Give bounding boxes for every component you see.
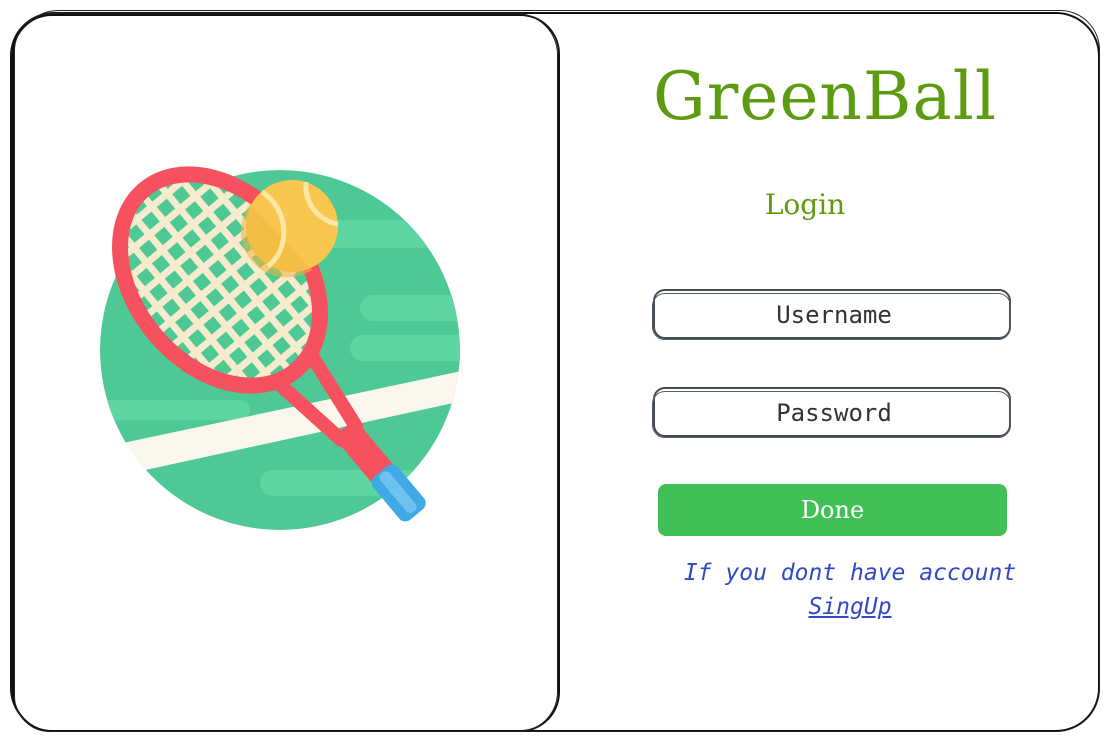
username-input[interactable] (655, 291, 1013, 339)
password-input[interactable] (655, 389, 1013, 437)
login-screen: GreenBall Login Done If you dont have ac… (0, 0, 1112, 743)
login-heading: Login (764, 188, 846, 221)
username-field[interactable] (652, 289, 1013, 340)
signup-hint: If you dont have account (683, 560, 1017, 586)
password-field[interactable] (652, 387, 1013, 438)
done-button[interactable]: Done (658, 484, 1007, 536)
tennis-racket-and-ball-icon (90, 160, 460, 530)
signup-link[interactable]: SingUp (770, 594, 930, 620)
brand-title: GreenBall (653, 58, 997, 135)
